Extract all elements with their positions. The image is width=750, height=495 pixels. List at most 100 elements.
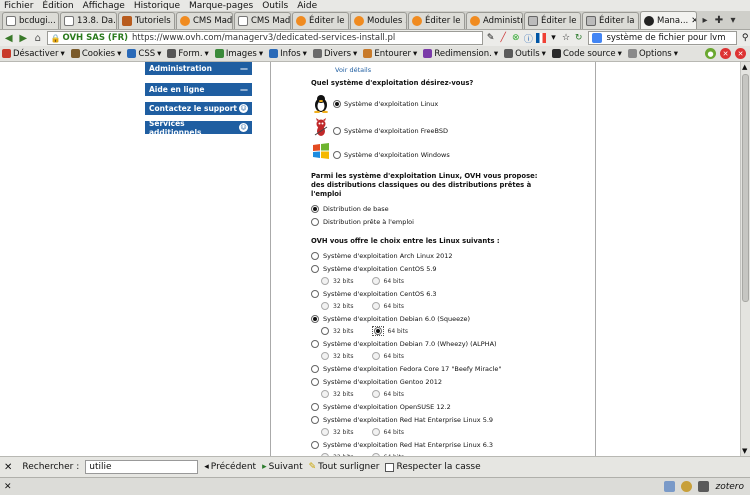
voir-details-link[interactable]: Voir détails [335, 66, 551, 74]
dist-type-option-0[interactable]: Distribution de base [311, 202, 551, 215]
radio-button[interactable] [311, 364, 319, 373]
tab-10[interactable]: Éditer la ... [582, 12, 639, 29]
distro-option-3[interactable]: Système d'exploitation Debian 6.0 (Squee… [311, 312, 551, 325]
new-tab-icon[interactable]: ✚ [712, 12, 726, 29]
color-picker-icon[interactable]: ╱ [498, 33, 508, 43]
devbar-item-3[interactable]: Form. ▾ [167, 49, 209, 59]
scroll-down-icon[interactable]: ▼ [742, 447, 747, 455]
distro-option-5[interactable]: Système d'exploitation Fedora Core 17 "B… [311, 362, 551, 375]
devbar-item-11[interactable]: Options ▾ [627, 49, 678, 59]
tab-2[interactable]: Tutoriels ... [118, 12, 175, 29]
radio-button[interactable] [371, 277, 380, 285]
radio-button[interactable] [321, 428, 329, 436]
scrollbar-thumb[interactable] [742, 74, 749, 302]
left-menu-item-1[interactable]: Aide en ligne — [145, 83, 252, 96]
google-icon[interactable] [592, 33, 603, 43]
menu-1[interactable]: Édition [42, 1, 73, 11]
x-icon[interactable]: ⊗ [511, 33, 521, 43]
distro-option-9[interactable]: Système d'exploitation Red Hat Enterpris… [311, 438, 551, 451]
radio-button[interactable] [311, 264, 319, 273]
tab-0[interactable]: bcdugi... [2, 12, 59, 29]
radio-button[interactable] [333, 100, 341, 108]
url-bar[interactable]: 🔒 OVH SAS (FR) https://www.ovh.com/manag… [46, 31, 483, 45]
find-next-button[interactable]: ▸ Suivant [262, 462, 303, 472]
star-icon[interactable]: ☆ [561, 33, 571, 43]
devbar-item-4[interactable]: Images ▾ [214, 49, 263, 59]
error-icon[interactable]: ✕ [720, 48, 731, 59]
close-icon[interactable]: ✕ [735, 48, 746, 59]
radio-button[interactable] [311, 251, 319, 260]
scroll-up-icon[interactable]: ▲ [742, 63, 747, 71]
radio-button[interactable] [371, 428, 380, 436]
tab-4[interactable]: CMS Mad... [234, 12, 291, 29]
radio-button[interactable] [311, 217, 319, 226]
distro-option-4[interactable]: Système d'exploitation Debian 7.0 (Wheez… [311, 337, 551, 350]
devbar-item-5[interactable]: Infos ▾ [269, 49, 307, 59]
warning-icon[interactable]: ● [705, 48, 716, 59]
site-identity[interactable]: 🔒 OVH SAS (FR) [51, 33, 129, 43]
back-icon[interactable]: ◀ [3, 32, 15, 44]
distro-option-1[interactable]: Système d'exploitation CentOS 5.9 [311, 262, 551, 275]
menu-3[interactable]: Historique [134, 1, 180, 11]
radio-button[interactable] [311, 204, 319, 213]
tab-3[interactable]: CMS Mad... [176, 12, 233, 29]
reload-icon[interactable]: ↻ [574, 33, 584, 43]
os-family-option-2[interactable]: Système d'exploitation Windows [311, 139, 551, 163]
devbar-item-7[interactable]: Entourer ▾ [363, 49, 417, 59]
statusbar-close-icon[interactable]: ✕ [4, 482, 12, 492]
search-icon[interactable]: ⚲ [740, 33, 750, 43]
menu-5[interactable]: Outils [262, 1, 288, 11]
devbar-item-8[interactable]: Redimension. ▾ [423, 49, 498, 59]
radio-button[interactable] [321, 390, 329, 398]
forward-icon[interactable]: ▶ [18, 32, 30, 44]
tab-8[interactable]: Administr... [466, 12, 523, 29]
tab-9[interactable]: Éditer le ... [524, 12, 581, 29]
close-find-icon[interactable]: ✕ [4, 462, 12, 473]
match-case-checkbox[interactable]: Respecter la casse [385, 462, 481, 472]
devbar-item-2[interactable]: CSS ▾ [127, 49, 161, 59]
radio-button[interactable] [321, 352, 329, 360]
radio-button[interactable] [311, 440, 319, 449]
firebug-icon[interactable] [681, 481, 693, 492]
find-previous-button[interactable]: ◂ Précédent [204, 462, 256, 472]
distro-option-0[interactable]: Système d'exploitation Arch Linux 2012 [311, 249, 551, 262]
search-input[interactable]: système de fichier pour lvm [588, 31, 738, 45]
radio-button[interactable] [371, 390, 380, 398]
highlight-all-button[interactable]: ✎ Tout surligner [309, 462, 380, 472]
radio-button[interactable] [321, 302, 329, 310]
devbar-item-0[interactable]: Désactiver ▾ [2, 49, 65, 59]
devbar-item-9[interactable]: Outils ▾ [504, 49, 546, 59]
pen-icon[interactable]: ✎ [486, 33, 496, 43]
menu-6[interactable]: Aide [297, 1, 317, 11]
menu-0[interactable]: Fichier [4, 1, 33, 11]
radio-button[interactable] [311, 339, 319, 348]
left-menu-item-3[interactable]: Services additionnels ☺ [145, 119, 252, 137]
radio-button[interactable] [373, 327, 382, 335]
addon-icon[interactable] [664, 481, 676, 492]
radio-button[interactable] [371, 352, 380, 360]
distro-option-8[interactable]: Système d'exploitation Red Hat Enterpris… [311, 413, 551, 426]
left-menu-item-0[interactable]: Administration — [145, 62, 252, 75]
tab-6[interactable]: Modules ... [350, 12, 407, 29]
flag-fr-icon[interactable] [536, 33, 546, 43]
left-menu-item-2[interactable]: Contactez le support ☺ [145, 102, 252, 115]
radio-button[interactable] [321, 327, 329, 335]
tab-scroll-right-icon[interactable]: ▸ [698, 12, 712, 29]
devbar-item-10[interactable]: Code source ▾ [551, 49, 622, 59]
tab-1[interactable]: 13.8. Da... [60, 12, 117, 29]
devbar-item-6[interactable]: Divers ▾ [312, 49, 357, 59]
tab-list-icon[interactable]: ▾ [726, 12, 740, 29]
radio-button[interactable] [371, 302, 380, 310]
distro-option-7[interactable]: Système d'exploitation OpenSUSE 12.2 [311, 400, 551, 413]
tab-7[interactable]: Éditer le ... [408, 12, 465, 29]
radio-button[interactable] [333, 151, 341, 159]
info-icon[interactable]: ⓘ [524, 33, 534, 45]
home-icon[interactable]: ⌂ [32, 32, 44, 44]
menu-4[interactable]: Marque-pages [189, 1, 253, 11]
radio-button[interactable] [333, 127, 341, 135]
dist-type-option-1[interactable]: Distribution prête à l'emploi [311, 215, 551, 228]
devbar-item-1[interactable]: Cookies ▾ [70, 49, 121, 59]
radio-button[interactable] [311, 314, 319, 323]
radio-button[interactable] [321, 277, 329, 285]
zotero-label[interactable]: zotero [715, 482, 744, 492]
